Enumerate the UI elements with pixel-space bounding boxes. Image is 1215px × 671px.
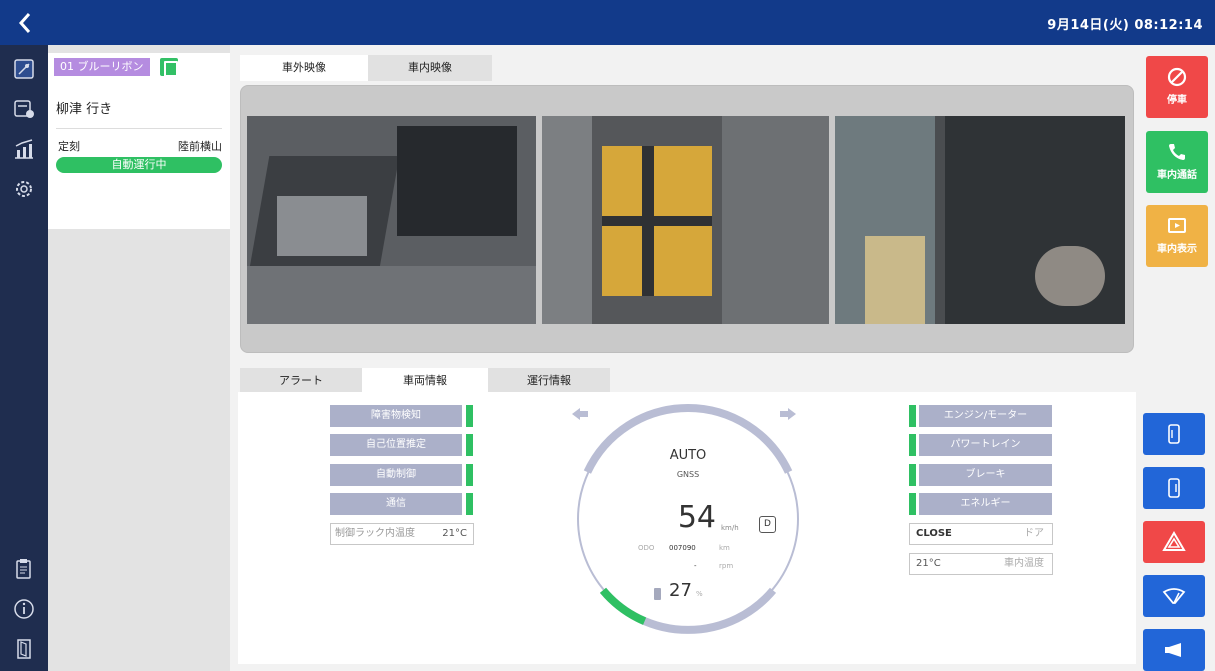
status-indicator xyxy=(909,434,916,456)
hazard-icon xyxy=(1162,531,1186,551)
battery-unit: % xyxy=(696,590,703,598)
chevron-left-icon[interactable] xyxy=(12,9,40,37)
route-tag: 01 ブルーリボン xyxy=(54,58,150,76)
door-value: CLOSE xyxy=(916,528,952,539)
tab-operation-info[interactable]: 運行情報 xyxy=(488,368,610,394)
stop-icon xyxy=(1167,67,1187,87)
odo-label: ODO xyxy=(638,544,655,552)
cabin-temp-value: 21°C xyxy=(916,558,941,569)
divider xyxy=(56,128,222,129)
door-label: ドア xyxy=(1024,528,1044,539)
speed-value: 54 xyxy=(677,500,716,535)
phone-icon xyxy=(1169,144,1185,160)
battery-arc-fill xyxy=(599,587,647,625)
stop-label: 停車 xyxy=(1167,95,1187,106)
video-frame xyxy=(240,85,1134,353)
battery-value: 27 xyxy=(669,580,692,601)
status-auto-control[interactable]: 自動制御 xyxy=(330,464,462,486)
status-obstacle-detection[interactable]: 障害物検知 xyxy=(330,405,462,427)
wiper-icon xyxy=(1162,588,1186,604)
status-energy[interactable]: エネルギー xyxy=(919,493,1052,515)
status-indicator xyxy=(909,493,916,515)
horn-button[interactable] xyxy=(1143,629,1205,671)
odo-unit: km xyxy=(719,544,730,552)
intercom-button[interactable]: 車内通話 xyxy=(1146,131,1208,193)
status-communication[interactable]: 通信 xyxy=(330,493,462,515)
rack-temp-label: 制御ラック内温度 xyxy=(335,528,415,539)
wiper-button[interactable] xyxy=(1143,575,1205,617)
status-indicator xyxy=(909,464,916,486)
map-icon[interactable] xyxy=(12,57,36,81)
status-engine-motor[interactable]: エンジン/モーター xyxy=(919,405,1052,427)
top-bar: 9月14日(火) 08:12:14 xyxy=(0,0,1215,45)
camera-view-3[interactable] xyxy=(835,116,1125,324)
drive-mode: AUTO xyxy=(669,448,707,463)
tab-alert[interactable]: アラート xyxy=(240,368,362,394)
next-stop: 陸前横山 xyxy=(178,140,222,153)
info-icon[interactable] xyxy=(12,597,36,621)
clipboard-icon[interactable] xyxy=(12,557,36,581)
tab-exterior-video[interactable]: 車外映像 xyxy=(240,55,368,81)
door-close-button[interactable] xyxy=(1143,467,1205,509)
status-indicator xyxy=(466,493,473,515)
clipboard-icon[interactable] xyxy=(160,58,178,77)
door-open-icon xyxy=(1168,424,1180,444)
main-area: 車外映像 車内映像 アラート 車両情報 運行情報 障害物検知 自己位置推定 自動… xyxy=(230,45,1140,671)
rpm-value: - xyxy=(694,562,697,570)
stop-button[interactable]: 停車 xyxy=(1146,56,1208,118)
status-indicator xyxy=(466,464,473,486)
cabin-temp-label: 車内温度 xyxy=(1004,558,1044,569)
status-powertrain[interactable]: パワートレイン xyxy=(919,434,1052,456)
battery-icon xyxy=(654,588,661,600)
right-action-column: 停車 車内通話 車内表示 xyxy=(1140,45,1215,671)
gear-icon[interactable] xyxy=(12,177,36,201)
intercom-label: 車内通話 xyxy=(1157,170,1197,181)
sidebar-rail xyxy=(0,45,48,671)
bus-info-icon[interactable] xyxy=(12,97,36,121)
tab-vehicle-info[interactable]: 車両情報 xyxy=(362,368,488,394)
chart-icon[interactable] xyxy=(12,137,36,161)
status-indicator xyxy=(909,405,916,427)
cabin-temp-field: 21°C 車内温度 xyxy=(909,553,1053,575)
display-icon xyxy=(1168,218,1186,233)
hazard-button[interactable] xyxy=(1143,521,1205,563)
destination: 柳津 行き xyxy=(56,102,113,117)
rack-temp-field: 制御ラック内温度 21°C xyxy=(330,523,474,545)
status-brake[interactable]: ブレーキ xyxy=(919,464,1052,486)
cabin-display-label: 車内表示 xyxy=(1157,244,1197,255)
route-panel: 01 ブルーリボン 柳津 行き 定刻 陸前横山 自動運行中 xyxy=(48,45,230,671)
tab-interior-video[interactable]: 車内映像 xyxy=(368,55,492,81)
door-close-icon xyxy=(1168,478,1180,498)
turn-left-icon xyxy=(572,408,588,420)
odo-value: 007090 xyxy=(669,544,696,552)
door-field: CLOSE ドア xyxy=(909,523,1053,545)
door-icon[interactable] xyxy=(12,637,36,661)
positioning-mode: GNSS xyxy=(676,470,700,479)
schedule-status: 定刻 xyxy=(58,140,80,153)
door-open-button[interactable] xyxy=(1143,413,1205,455)
speed-unit: km/h xyxy=(721,524,739,532)
horn-icon xyxy=(1165,643,1181,657)
status-indicator xyxy=(466,405,473,427)
camera-view-1[interactable] xyxy=(247,116,536,324)
datetime-display: 9月14日(火) 08:12:14 xyxy=(1047,18,1203,33)
vehicle-info-panel: 障害物検知 自己位置推定 自動制御 通信 制御ラック内温度 21°C エンジン/… xyxy=(238,392,1136,664)
cabin-display-button[interactable]: 車内表示 xyxy=(1146,205,1208,267)
turn-right-icon xyxy=(780,408,796,420)
camera-view-2[interactable] xyxy=(542,116,829,324)
mode-badge: 自動運行中 xyxy=(56,157,222,173)
rpm-unit: rpm xyxy=(719,562,734,570)
status-indicator xyxy=(466,434,473,456)
route-card[interactable]: 01 ブルーリボン 柳津 行き 定刻 陸前横山 自動運行中 xyxy=(48,53,230,229)
gear-indicator: D xyxy=(759,516,776,533)
status-localization[interactable]: 自己位置推定 xyxy=(330,434,462,456)
rack-temp-value: 21°C xyxy=(442,528,467,539)
